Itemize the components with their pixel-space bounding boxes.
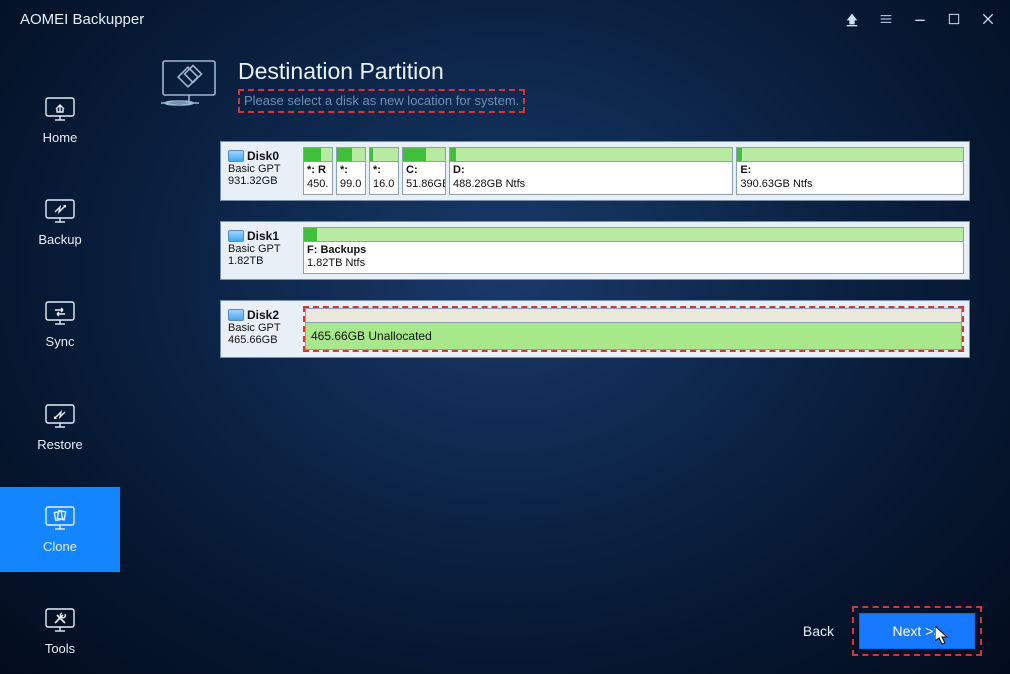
partition[interactable]: *: R 450. — [303, 147, 333, 195]
disk-icon — [228, 230, 244, 242]
partition-size: 1.82TB Ntfs — [307, 257, 365, 269]
partition-size: 99.0 — [340, 178, 361, 190]
partition[interactable]: *: 16.0 — [369, 147, 399, 195]
disk-type: Basic GPT — [228, 322, 296, 334]
partition[interactable]: *: 99.0 — [336, 147, 366, 195]
monitor-tools-icon — [43, 607, 77, 633]
monitor-home-icon — [43, 96, 77, 122]
disk-row[interactable]: Disk1 Basic GPT 1.82TB F: Backups1.82TB … — [220, 221, 970, 281]
monitor-clone-icon — [43, 505, 77, 531]
disk-row-selected[interactable]: Disk2 Basic GPT 465.66GB 465.66GB Unallo… — [220, 300, 970, 358]
menu-icon[interactable] — [870, 5, 902, 33]
partitions-row: F: Backups1.82TB Ntfs — [303, 227, 964, 275]
monitor-sync-icon — [43, 300, 77, 326]
sidebar: Home Backup Sync Restore — [0, 38, 120, 674]
main-pane: Destination Partition Please select a di… — [120, 38, 1010, 674]
upgrade-icon[interactable] — [836, 5, 868, 33]
app-window: AOMEI Backupper — [0, 0, 1010, 674]
sidebar-item-tools[interactable]: Tools — [0, 589, 120, 674]
sidebar-item-label: Sync — [46, 334, 75, 349]
disk-type: Basic GPT — [228, 163, 296, 175]
maximize-button[interactable] — [938, 5, 970, 33]
app-title: AOMEI Backupper — [20, 11, 836, 28]
partition-size: 390.63GB Ntfs — [740, 178, 812, 190]
partition[interactable]: F: Backups1.82TB Ntfs — [303, 227, 964, 275]
sidebar-item-clone[interactable]: Clone — [0, 487, 120, 572]
partition-size: 16.0 — [373, 178, 394, 190]
next-button[interactable]: Next >> — [859, 613, 975, 649]
partition-size: 51.86GB — [406, 178, 445, 190]
partition-label: F: Backups — [307, 244, 366, 256]
partition-label: *: — [340, 164, 348, 176]
monitor-backup-icon — [43, 198, 77, 224]
disk-icon — [228, 150, 244, 162]
next-highlight: Next >> — [852, 606, 982, 656]
disk-name: Disk1 — [247, 229, 279, 243]
page-subtitle: Please select a disk as new location for… — [244, 93, 519, 108]
sidebar-item-backup[interactable]: Backup — [0, 180, 120, 265]
monitor-restore-icon — [43, 403, 77, 429]
disk-meta: Disk2 Basic GPT 465.66GB — [226, 306, 298, 352]
partition-label: *: — [373, 164, 381, 176]
sidebar-item-sync[interactable]: Sync — [0, 282, 120, 367]
unallocated-text: 465.66GB Unallocated — [306, 323, 961, 349]
close-button[interactable] — [972, 5, 1004, 33]
sidebar-item-restore[interactable]: Restore — [0, 385, 120, 470]
partition-size: 488.28GB Ntfs — [453, 178, 525, 190]
disk-icon — [228, 309, 244, 321]
disk-list: Disk0 Basic GPT 931.32GB *: R 450. *: 99.0 — [220, 141, 970, 358]
partition-label: E: — [740, 164, 751, 176]
partitions-row: *: R 450. *: 99.0 *: 16.0 C: 51.86GB — [303, 147, 964, 195]
partition[interactable]: E: 390.63GB Ntfs — [736, 147, 964, 195]
subtitle-highlight: Please select a disk as new location for… — [238, 89, 525, 113]
sidebar-item-label: Tools — [45, 641, 75, 656]
footer-actions: Back Next >> — [803, 606, 982, 656]
titlebar: AOMEI Backupper — [0, 0, 1010, 38]
disk-name: Disk0 — [247, 149, 279, 163]
sidebar-item-label: Home — [43, 130, 78, 145]
partitions-row: 465.66GB Unallocated — [303, 306, 964, 352]
disk-size: 931.32GB — [228, 175, 296, 187]
disk-meta: Disk1 Basic GPT 1.82TB — [226, 227, 298, 275]
disk-size: 465.66GB — [228, 334, 296, 346]
titlebar-controls — [836, 5, 1004, 33]
partition-label: D: — [453, 164, 465, 176]
partition-label: *: R — [307, 164, 326, 176]
sidebar-item-label: Restore — [37, 437, 83, 452]
disk-type: Basic GPT — [228, 243, 296, 255]
disk-size: 1.82TB — [228, 255, 296, 267]
page-title: Destination Partition — [238, 58, 525, 85]
destination-monitor-icon — [160, 58, 218, 106]
partition[interactable]: D: 488.28GB Ntfs — [449, 147, 733, 195]
sidebar-item-label: Clone — [43, 539, 77, 554]
partition-size: 450. — [307, 178, 328, 190]
disk-row[interactable]: Disk0 Basic GPT 931.32GB *: R 450. *: 99.0 — [220, 141, 970, 201]
partition-unallocated[interactable]: 465.66GB Unallocated — [305, 308, 962, 350]
partition-label: C: — [406, 164, 418, 176]
page-header: Destination Partition Please select a di… — [160, 58, 980, 113]
sidebar-item-home[interactable]: Home — [0, 78, 120, 163]
partition[interactable]: C: 51.86GB — [402, 147, 446, 195]
disk-meta: Disk0 Basic GPT 931.32GB — [226, 147, 298, 195]
sidebar-item-label: Backup — [38, 232, 81, 247]
back-button[interactable]: Back — [803, 623, 834, 639]
disk-name: Disk2 — [247, 308, 279, 322]
next-button-label: Next >> — [892, 623, 941, 639]
minimize-button[interactable] — [904, 5, 936, 33]
